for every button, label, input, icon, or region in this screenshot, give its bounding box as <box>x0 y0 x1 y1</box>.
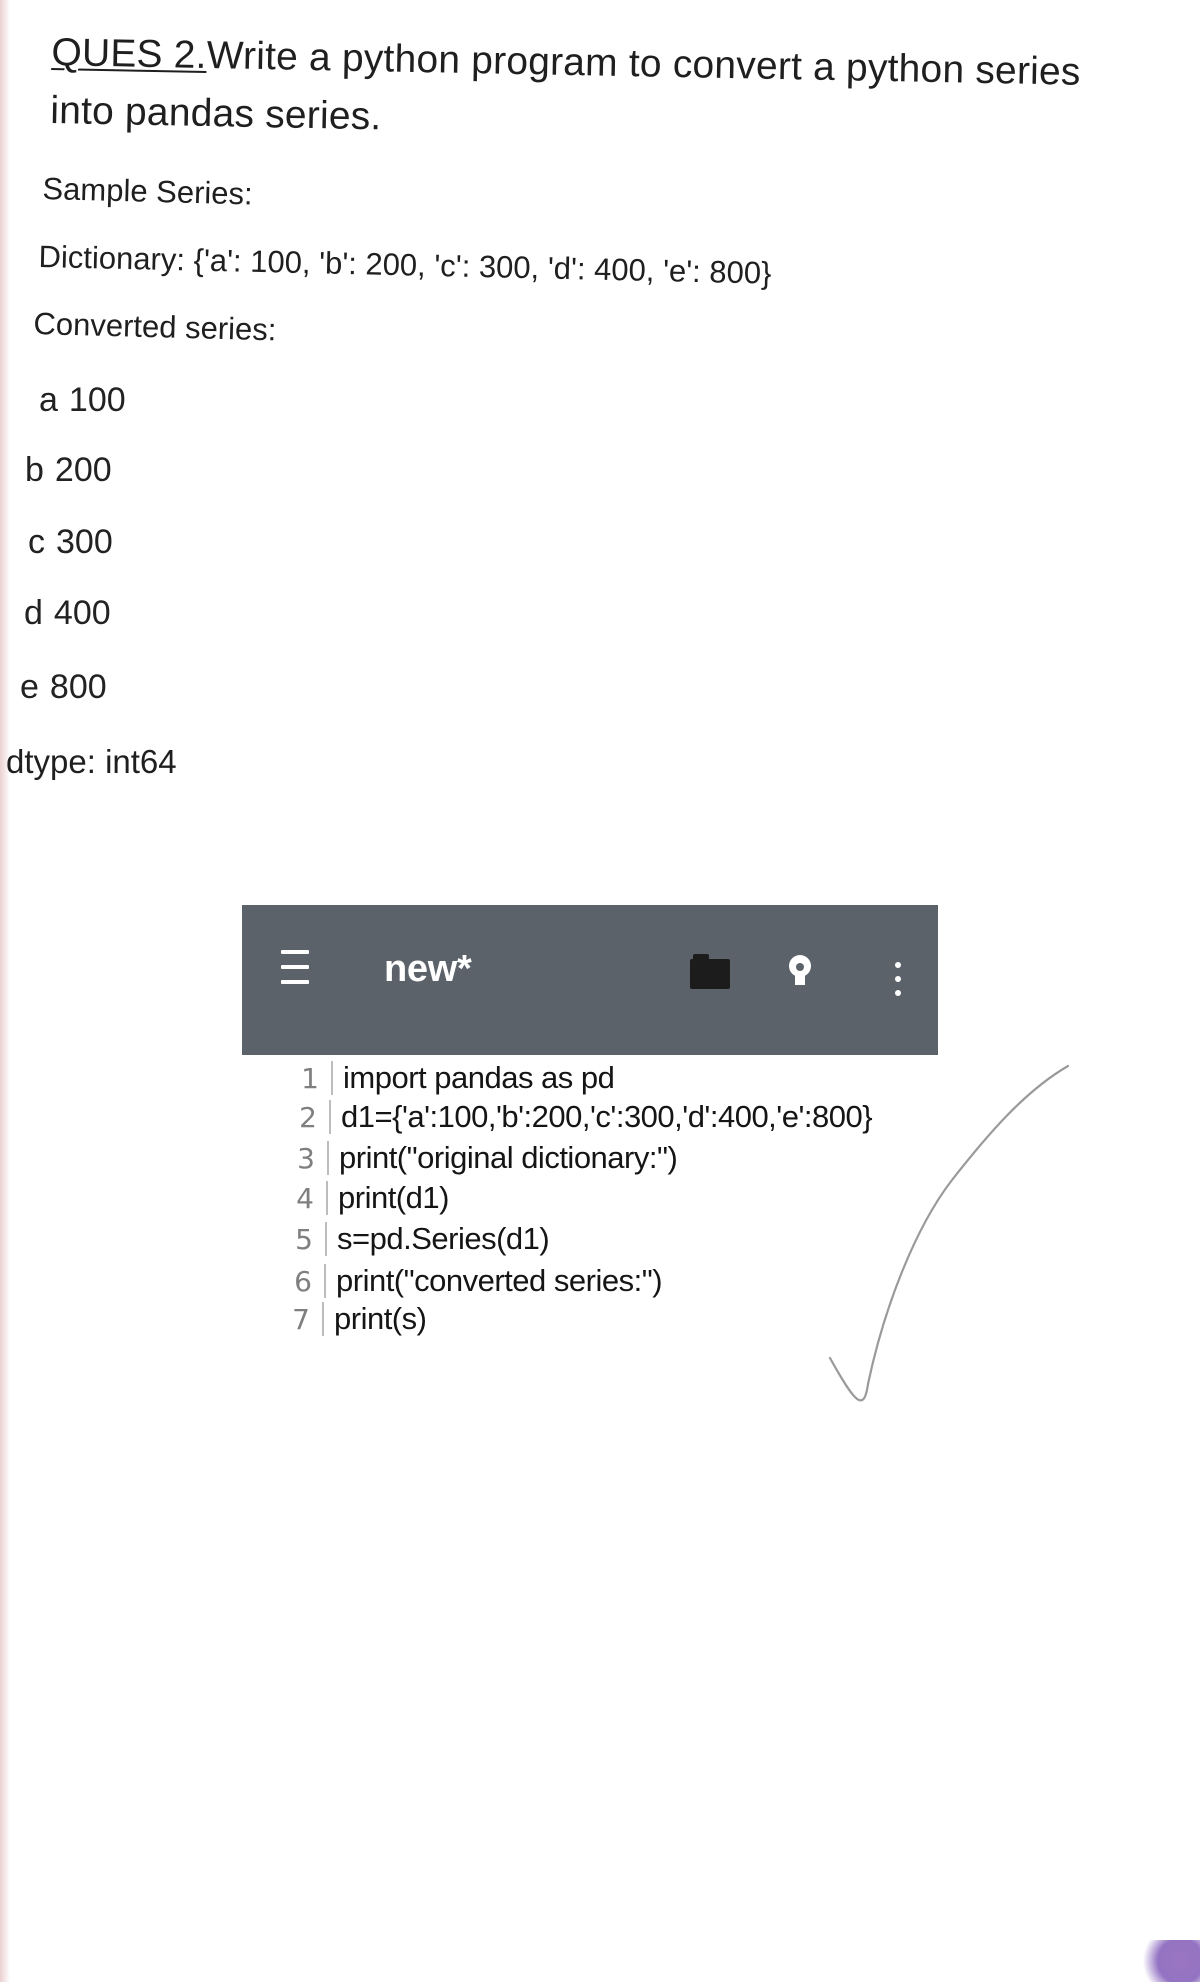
editor-title: new* <box>384 948 472 990</box>
line-number: 4 <box>296 1182 314 1215</box>
code-line-2: 2 d1={'a':100,'b':200,'c':300,'d':400,'e'… <box>291 1099 873 1134</box>
series-key: a <box>39 381 58 419</box>
line-number-divider <box>322 1302 324 1336</box>
paper-stain <box>1135 1940 1200 1982</box>
series-value: 800 <box>49 668 107 706</box>
code-line-6: 6 print("converted series:") <box>286 1263 663 1298</box>
code-line-4: 4 print(d1) <box>288 1181 449 1215</box>
line-number-divider <box>331 1061 333 1095</box>
line-number: 1 <box>301 1062 319 1095</box>
line-number-divider <box>326 1181 328 1215</box>
editor-toolbar: new* <box>242 905 938 1055</box>
lightbulb-base-icon <box>795 975 805 985</box>
series-key: e <box>20 668 39 706</box>
line-number: 7 <box>292 1303 310 1336</box>
more-vertical-icon[interactable] <box>894 962 902 996</box>
line-number: 3 <box>297 1142 315 1175</box>
lightbulb-icon[interactable] <box>786 955 818 995</box>
worksheet-page: QUES 2.Write a python program to convert… <box>0 0 1200 1982</box>
code-line-5: 5 s=pd.Series(d1) <box>287 1221 550 1256</box>
series-row-b: b 200 <box>25 450 112 490</box>
line-number: 2 <box>299 1101 317 1134</box>
question-title: QUES 2.Write a python program to convert… <box>50 24 1152 161</box>
line-number-divider <box>324 1264 326 1298</box>
code-text: print("converted series:") <box>336 1263 663 1298</box>
line-number: 5 <box>295 1223 313 1256</box>
lightbulb-center-icon <box>796 963 804 971</box>
menu-icon[interactable] <box>281 950 309 984</box>
line-number: 6 <box>294 1265 312 1298</box>
code-text: print("original dictionary:") <box>339 1140 678 1175</box>
code-line-7: 7 print(s) <box>284 1301 427 1336</box>
code-text: import pandas as pd <box>343 1060 615 1095</box>
line-number-divider <box>329 1100 331 1134</box>
converted-series-label: Converted series: <box>33 305 277 348</box>
series-value: 300 <box>56 523 113 561</box>
series-row-d: d 400 <box>24 593 111 633</box>
series-row-c: c 300 <box>28 522 113 562</box>
sample-series-label: Sample Series: <box>42 170 254 212</box>
series-key: b <box>25 451 44 489</box>
code-line-1: 1 import pandas as pd <box>293 1060 615 1095</box>
dtype-line: dtype: int64 <box>6 743 177 780</box>
question-label: QUES 2. <box>51 30 208 77</box>
series-value: 400 <box>53 594 111 632</box>
code-text: print(s) <box>334 1301 427 1336</box>
line-number-divider <box>325 1222 327 1256</box>
checkmark-icon <box>828 1064 1070 1402</box>
series-value: 100 <box>68 381 126 419</box>
code-text: s=pd.Series(d1) <box>337 1221 550 1256</box>
line-number-divider <box>327 1141 329 1175</box>
code-line-3: 3 print("original dictionary:") <box>289 1140 678 1175</box>
series-key: c <box>28 523 45 561</box>
dictionary-line: Dictionary: {'a': 100, 'b': 200, 'c': 30… <box>38 238 772 291</box>
series-row-e: e 800 <box>20 667 107 707</box>
folder-icon[interactable] <box>690 954 730 989</box>
series-key: d <box>24 594 43 632</box>
code-text: d1={'a':100,'b':200,'c':300,'d':400,'e':… <box>341 1099 873 1134</box>
code-text: print(d1) <box>338 1180 449 1215</box>
series-row-a: a 100 <box>39 380 126 420</box>
series-value: 200 <box>54 451 112 489</box>
